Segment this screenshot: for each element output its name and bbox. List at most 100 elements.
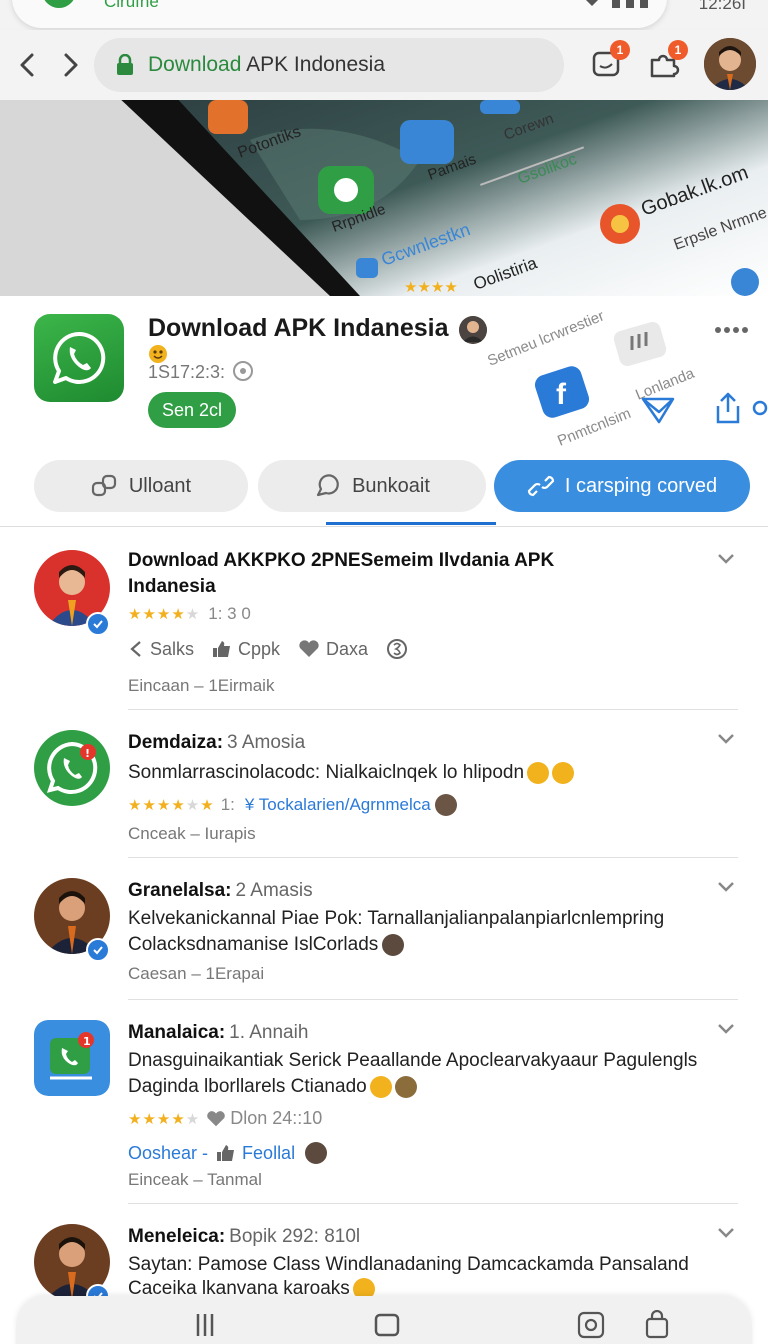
rating-value: 1: 3 0	[208, 604, 251, 623]
thumbs-up-icon	[213, 641, 231, 657]
browser-toolbar: Download APK Indonesia 1 1	[0, 30, 768, 100]
shopping-bag-icon[interactable]	[642, 1310, 672, 1340]
status-left-text: Cirufhe	[104, 0, 159, 11]
love-reaction[interactable]: Daxa	[298, 639, 368, 660]
back-button[interactable]	[12, 48, 42, 82]
info-icon	[233, 361, 253, 381]
author-name: Manalaica:	[128, 1022, 226, 1043]
rating-row: ★★★★★★ 1: ¥ Tockalarien/Agrnmelca	[128, 794, 457, 816]
verified-badge-icon	[86, 612, 110, 636]
emoji-icon	[369, 1076, 392, 1098]
action-button-2[interactable]: Bunkoait	[258, 460, 486, 512]
rating-value: Dlon 24::10	[230, 1108, 323, 1128]
comment-text: Sonmlarrascinolacodc: Nialkaiclnqek lo h…	[128, 762, 525, 784]
like-reaction[interactable]: Cppk	[212, 639, 280, 660]
comment-footer: Einceak – Tanmal	[128, 1170, 262, 1189]
emoji-icon	[352, 1278, 375, 1298]
action-label-1: Ulloant	[128, 474, 192, 497]
app-icon[interactable]	[34, 314, 124, 402]
lock-icon	[117, 54, 133, 75]
status-bar: Cirufhe 12:26I	[0, 0, 768, 30]
svg-text:1: 1	[83, 1035, 91, 1048]
love-label: Daxa	[326, 638, 369, 659]
overlay-text-1: Setmeu lcrwrestier	[485, 307, 607, 369]
action-label-2: Bunkoait	[352, 474, 430, 497]
share-reaction[interactable]: Salks	[128, 639, 194, 660]
svg-text:f: f	[556, 378, 567, 411]
verified-badge-icon	[86, 938, 110, 962]
comment-footer: Eincaan – 1Eirmaik	[128, 676, 275, 695]
url-path: APK Indonesia	[241, 53, 386, 76]
action-bar: Ulloant Bunkoait I carsping corved	[0, 458, 768, 528]
address-bar[interactable]: Download APK Indonesia	[94, 38, 564, 92]
action-button-3[interactable]: I carsping corved	[494, 460, 750, 512]
link-icon	[91, 474, 116, 497]
comment-author: Meneleica: Bopik 292: 810l	[128, 1226, 360, 1248]
author-sub: Bopik 292: 810l	[229, 1226, 361, 1247]
emoji-icon	[527, 762, 550, 784]
heart-icon	[207, 1110, 226, 1126]
tag-link[interactable]: ¥ Tockalarien/Agrnmelca	[245, 795, 431, 815]
comment-body: Sonmlarrascinolacodc: Nialkaiclnqek lo h…	[128, 762, 575, 784]
comment-author: Demdaiza: 3 Amosia	[128, 732, 305, 754]
app-meta: 1S17:2:3:	[148, 362, 226, 382]
recents-icon[interactable]	[190, 1310, 220, 1340]
url-text: Download APK Indonesia	[148, 53, 385, 77]
share-icon[interactable]	[712, 390, 744, 426]
link-icon	[527, 475, 554, 497]
action-label-3: I carsping corved	[564, 474, 718, 497]
profile-avatar[interactable]	[704, 38, 756, 90]
heart-icon	[299, 640, 319, 657]
list-item[interactable]: 1 Manalaica: 1. Annaih Dnasguinaikantiak …	[0, 1000, 768, 1204]
person-avatar-icon	[434, 794, 457, 816]
reaction-row: Ooshear - Feollal	[128, 1142, 328, 1164]
chevron-down-icon[interactable]	[716, 1022, 736, 1036]
emoji-icon	[149, 345, 167, 363]
list-item[interactable]: Granelalsa: 2 Amasis Kelvekanickannal Pia…	[0, 858, 768, 1000]
chevron-down-icon[interactable]	[716, 732, 736, 746]
comment-author: Granelalsa: 2 Amasis	[128, 880, 313, 902]
author-sub: 3 Amosia	[227, 732, 306, 753]
chevron-down-icon[interactable]	[716, 880, 736, 894]
list-item[interactable]: Download AKKPKO 2PNESemeim Ilvdania APK …	[0, 528, 768, 710]
chat-icon	[316, 474, 339, 497]
rating-row: ★★★★★ 1: 3 0	[128, 604, 251, 624]
like-link[interactable]: Feollal	[242, 1143, 295, 1164]
comment-title-line2: Indanesia	[128, 576, 216, 597]
chevron-down-icon[interactable]	[716, 552, 736, 566]
send-button[interactable]: Sen 2cl	[148, 392, 236, 428]
author-sub: 2 Amasis	[235, 880, 313, 901]
person-avatar-icon	[382, 934, 405, 956]
more-options-icon[interactable]	[714, 324, 748, 336]
share-link[interactable]: Ooshear -	[128, 1143, 208, 1164]
url-domain: Download	[148, 53, 242, 76]
emoji-icon	[552, 762, 575, 784]
comment-author: Manalaica: 1. Annaih	[128, 1022, 308, 1044]
settings-icon[interactable]	[576, 1310, 606, 1340]
tabs-button[interactable]: 1	[586, 40, 630, 84]
comment-text-line2: Caceika lkanvana karoaks	[128, 1278, 350, 1298]
comment-feed: Download AKKPKO 2PNESemeim Ilvdania APK …	[0, 528, 768, 1298]
person-avatar-icon	[305, 1142, 328, 1164]
count-badge-icon	[387, 639, 408, 659]
avatar[interactable]: 1	[34, 1020, 110, 1096]
hero-banner: Potontiks Pamais Corewn Gsolikoc Rrpnidl…	[0, 100, 768, 296]
home-icon[interactable]	[372, 1310, 402, 1340]
like-label: Cppk	[238, 638, 281, 659]
extensions-button[interactable]: 1	[644, 40, 688, 84]
phone-screenshot-image: Potontiks Pamais Corewn Gsolikoc Rrpnidl…	[0, 100, 768, 296]
maps-app-avatar-icon: 1	[34, 1020, 110, 1096]
person-avatar-icon	[704, 38, 756, 90]
list-item[interactable]: ! Demdaiza: 3 Amosia Sonmlarrascinolacodc…	[0, 710, 768, 858]
list-item[interactable]: Meneleica: Bopik 292: 810l Saytan: Pamose…	[0, 1204, 768, 1298]
send-message-icon[interactable]	[640, 394, 676, 426]
chevron-down-icon[interactable]	[716, 1226, 736, 1240]
forward-button[interactable]	[56, 48, 86, 82]
star-rating: ★★★★★	[128, 606, 201, 623]
comment-body: Caceika lkanvana karoaks	[128, 1278, 375, 1298]
svg-text:!: !	[85, 747, 90, 760]
avatar[interactable]: !	[34, 730, 110, 806]
comment-title: Download AKKPKO 2PNESemeim Ilvdania APK	[128, 550, 555, 571]
action-button-1[interactable]: Ulloant	[34, 460, 248, 512]
author-name: Granelalsa:	[128, 880, 232, 901]
